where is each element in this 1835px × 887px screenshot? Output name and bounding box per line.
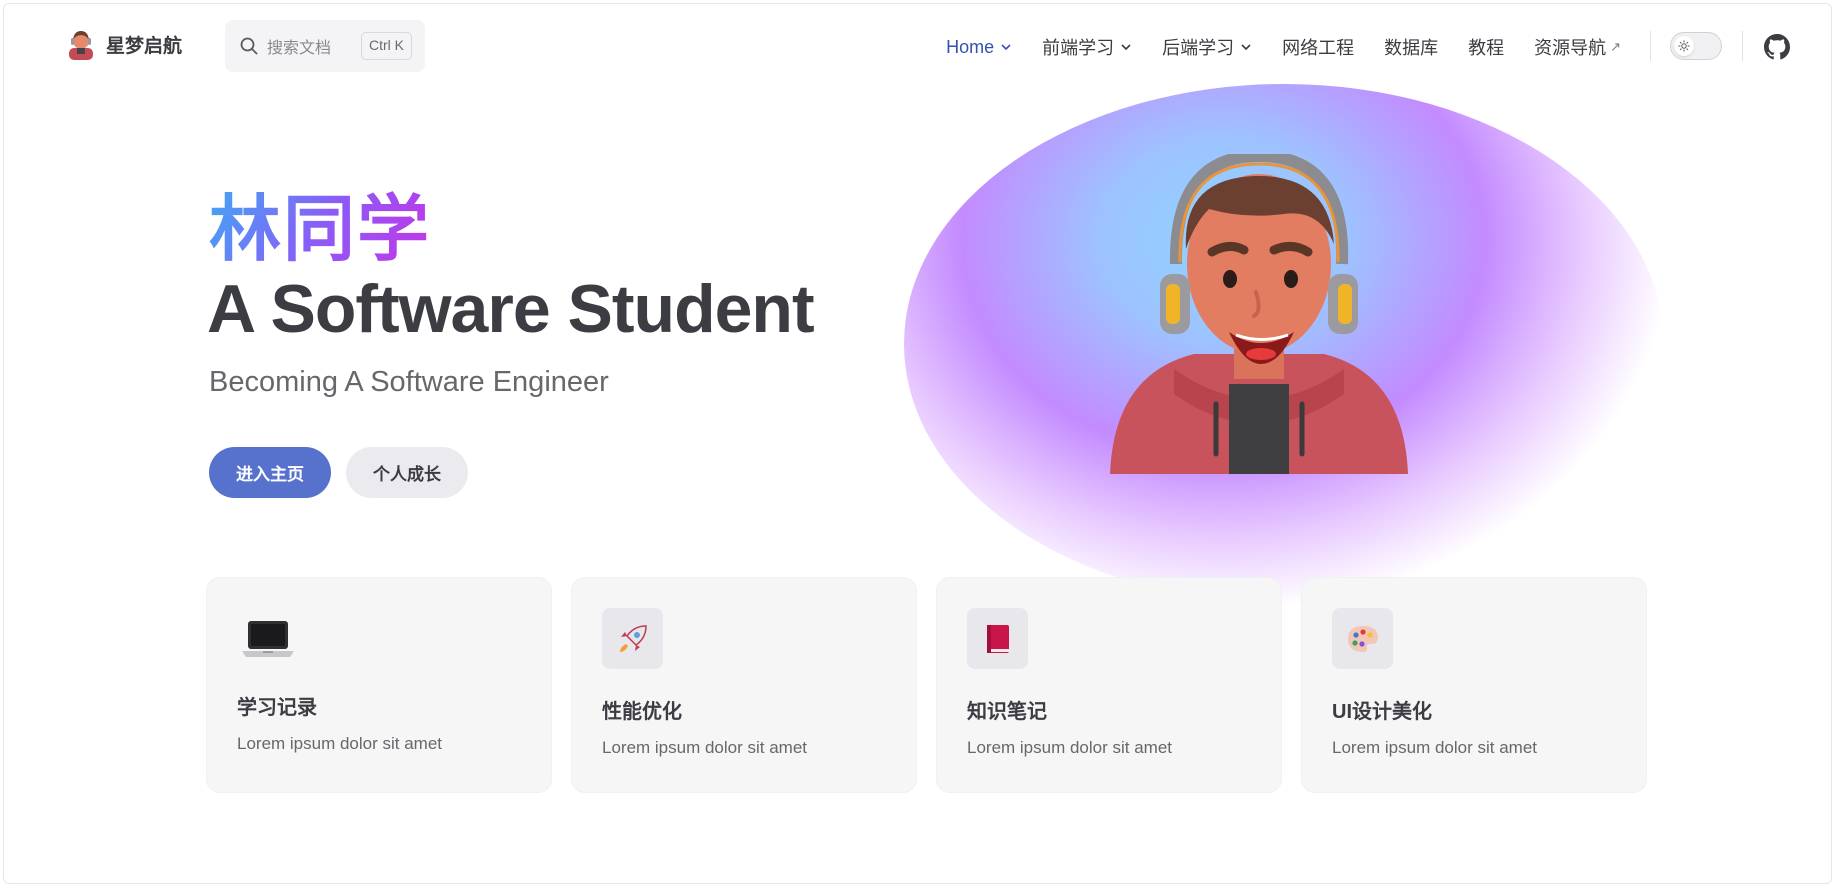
feature-icon-wrap — [967, 608, 1028, 669]
nav-divider — [1650, 31, 1651, 61]
feature-details: Lorem ipsum dolor sit amet — [237, 734, 443, 753]
feature-details: Lorem ipsum dolor sit amet — [967, 738, 1173, 757]
nav-item-label: Home — [946, 36, 995, 57]
palette-icon — [1347, 625, 1378, 652]
personal-growth-button[interactable]: 个人成长 — [346, 447, 468, 498]
feature-icon-wrap — [237, 608, 298, 669]
nav-item-label: 教程 — [1468, 38, 1505, 58]
sun-icon — [1678, 40, 1690, 52]
nav-item-label: 网络工程 — [1282, 38, 1355, 58]
nav-item-network[interactable]: 网络工程 — [1282, 34, 1354, 60]
nav-item-label: 后端学习 — [1162, 38, 1235, 58]
github-icon[interactable] — [1764, 34, 1790, 60]
search-icon — [240, 37, 258, 55]
nav-item-frontend[interactable]: 前端学习 — [1042, 34, 1132, 60]
nav-item-label: 资源导航 — [1534, 38, 1607, 58]
chevron-down-icon — [1121, 44, 1131, 51]
hero-tagline: Becoming A Software Engineer — [209, 366, 609, 398]
feature-title: 学习记录 — [237, 697, 317, 719]
feature-card-study-notes[interactable]: 学习记录 Lorem ipsum dolor sit amet — [206, 577, 552, 793]
nav-item-backend[interactable]: 后端学习 — [1162, 34, 1252, 60]
site-title: 星梦启航 — [106, 35, 183, 57]
nav-item-resources[interactable]: 资源导航 ↗ — [1534, 34, 1621, 60]
feature-title: UI设计美化 — [1332, 701, 1432, 723]
feature-card-performance[interactable]: 性能优化 Lorem ipsum dolor sit amet — [571, 577, 917, 793]
hero-avatar-image — [1110, 154, 1408, 474]
appearance-toggle[interactable] — [1670, 32, 1722, 60]
book-icon — [986, 624, 1009, 653]
feature-card-knowledge-notes[interactable]: 知识笔记 Lorem ipsum dolor sit amet — [936, 577, 1282, 793]
chevron-down-icon — [1241, 44, 1251, 51]
nav-item-database[interactable]: 数据库 — [1384, 34, 1438, 60]
search-button[interactable]: 搜索文档 Ctrl K — [225, 20, 425, 72]
external-link-icon: ↗ — [1610, 39, 1621, 54]
page: 星梦启航 搜索文档 Ctrl K Home 前端学习 后端学习 网络工程 数据库… — [3, 3, 1832, 884]
feature-title: 性能优化 — [602, 701, 682, 723]
chevron-down-icon — [1001, 44, 1011, 51]
search-placeholder: 搜索文档 — [267, 40, 332, 57]
search-shortcut: Ctrl K — [361, 32, 412, 60]
feature-details: Lorem ipsum dolor sit amet — [1332, 738, 1538, 757]
feature-details: Lorem ipsum dolor sit amet — [602, 738, 808, 757]
laptop-icon — [241, 620, 294, 657]
nav-item-home[interactable]: Home — [946, 37, 1012, 58]
enter-homepage-button[interactable]: 进入主页 — [209, 447, 331, 498]
nav-divider — [1742, 31, 1743, 61]
feature-title: 知识笔记 — [967, 701, 1047, 723]
hero-text: A Software Student — [207, 271, 815, 347]
hero-name: 林同学 — [209, 190, 432, 270]
nav-item-label: 数据库 — [1384, 38, 1439, 58]
toggle-knob — [1674, 36, 1694, 56]
nav-menu: Home 前端学习 后端学习 网络工程 数据库 教程 资源导航 ↗ — [916, 34, 1621, 60]
navbar: 星梦启航 搜索文档 Ctrl K Home 前端学习 后端学习 网络工程 数据库… — [4, 4, 1831, 88]
rocket-icon — [619, 624, 647, 652]
feature-icon-wrap — [1332, 608, 1393, 669]
feature-icon-wrap — [602, 608, 663, 669]
brand-link[interactable]: 星梦启航 — [66, 28, 182, 60]
nav-item-tutorial[interactable]: 教程 — [1468, 34, 1504, 60]
feature-card-ui-design[interactable]: UI设计美化 Lorem ipsum dolor sit amet — [1301, 577, 1647, 793]
nav-item-label: 前端学习 — [1042, 38, 1115, 58]
avatar-logo-icon — [69, 31, 93, 60]
